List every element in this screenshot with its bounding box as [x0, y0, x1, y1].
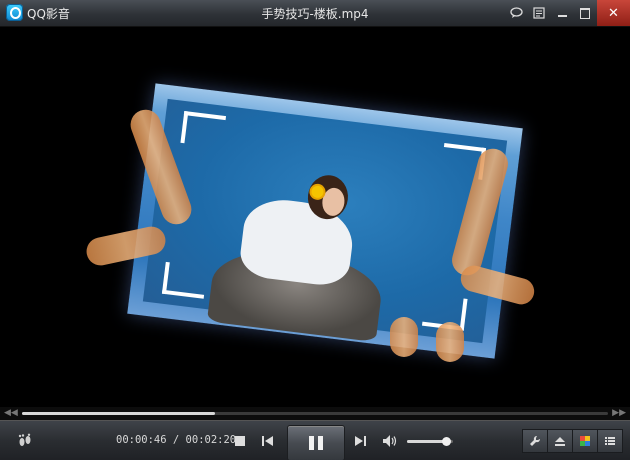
control-bar: 00:00:46 / 00:02:20 — [0, 420, 630, 460]
previous-button[interactable] — [258, 431, 278, 451]
volume-level — [407, 440, 447, 443]
seek-bar[interactable] — [22, 412, 608, 415]
maximize-button[interactable] — [574, 0, 596, 26]
next-button[interactable] — [350, 431, 370, 451]
time-separator: / — [166, 434, 186, 446]
color-icon[interactable] — [572, 429, 598, 453]
close-icon: ✕ — [608, 5, 619, 21]
menu-icon[interactable] — [528, 0, 550, 26]
rewind-icon[interactable]: ◀◀ — [4, 408, 18, 418]
seek-bar-row: ◀◀ ▶▶ — [0, 407, 630, 420]
pause-icon-bar — [309, 436, 314, 450]
stop-button[interactable] — [230, 431, 250, 451]
pause-button[interactable] — [287, 425, 345, 460]
maximize-icon — [580, 7, 590, 19]
crop-corner-bottom-left — [161, 261, 208, 299]
wrench-icon[interactable] — [522, 429, 548, 453]
hand-finger — [390, 317, 418, 357]
eject-icon[interactable] — [547, 429, 573, 453]
volume-knob[interactable] — [442, 437, 452, 446]
pause-icon-bar — [318, 436, 323, 450]
title-bar[interactable]: QQ影音 手势技巧-楼板.mp4 ✕ — [0, 0, 630, 27]
total-time: 00:02:20 — [185, 434, 237, 446]
player-window: QQ影音 手势技巧-楼板.mp4 ✕ ◀◀ ▶▶ 00:00:46 / 00:0… — [0, 0, 630, 460]
list-icon[interactable] — [597, 429, 623, 453]
minimize-button[interactable] — [551, 0, 573, 26]
fast-forward-icon[interactable]: ▶▶ — [612, 408, 626, 418]
previous-icon — [262, 436, 273, 446]
current-time: 00:00:46 — [116, 434, 167, 446]
hand-finger — [436, 322, 464, 362]
minimize-icon — [557, 15, 567, 17]
crop-corner-top-left — [180, 111, 227, 148]
volume-icon[interactable] — [380, 431, 400, 451]
seek-progress — [22, 412, 215, 415]
video-area[interactable] — [0, 27, 630, 407]
volume-slider[interactable] — [407, 437, 453, 446]
next-icon — [355, 436, 366, 446]
close-button[interactable]: ✕ — [597, 0, 630, 26]
time-display: 00:00:46 / 00:02:20 — [116, 434, 236, 446]
footprint-icon[interactable] — [14, 430, 36, 452]
chat-icon[interactable] — [505, 0, 527, 26]
